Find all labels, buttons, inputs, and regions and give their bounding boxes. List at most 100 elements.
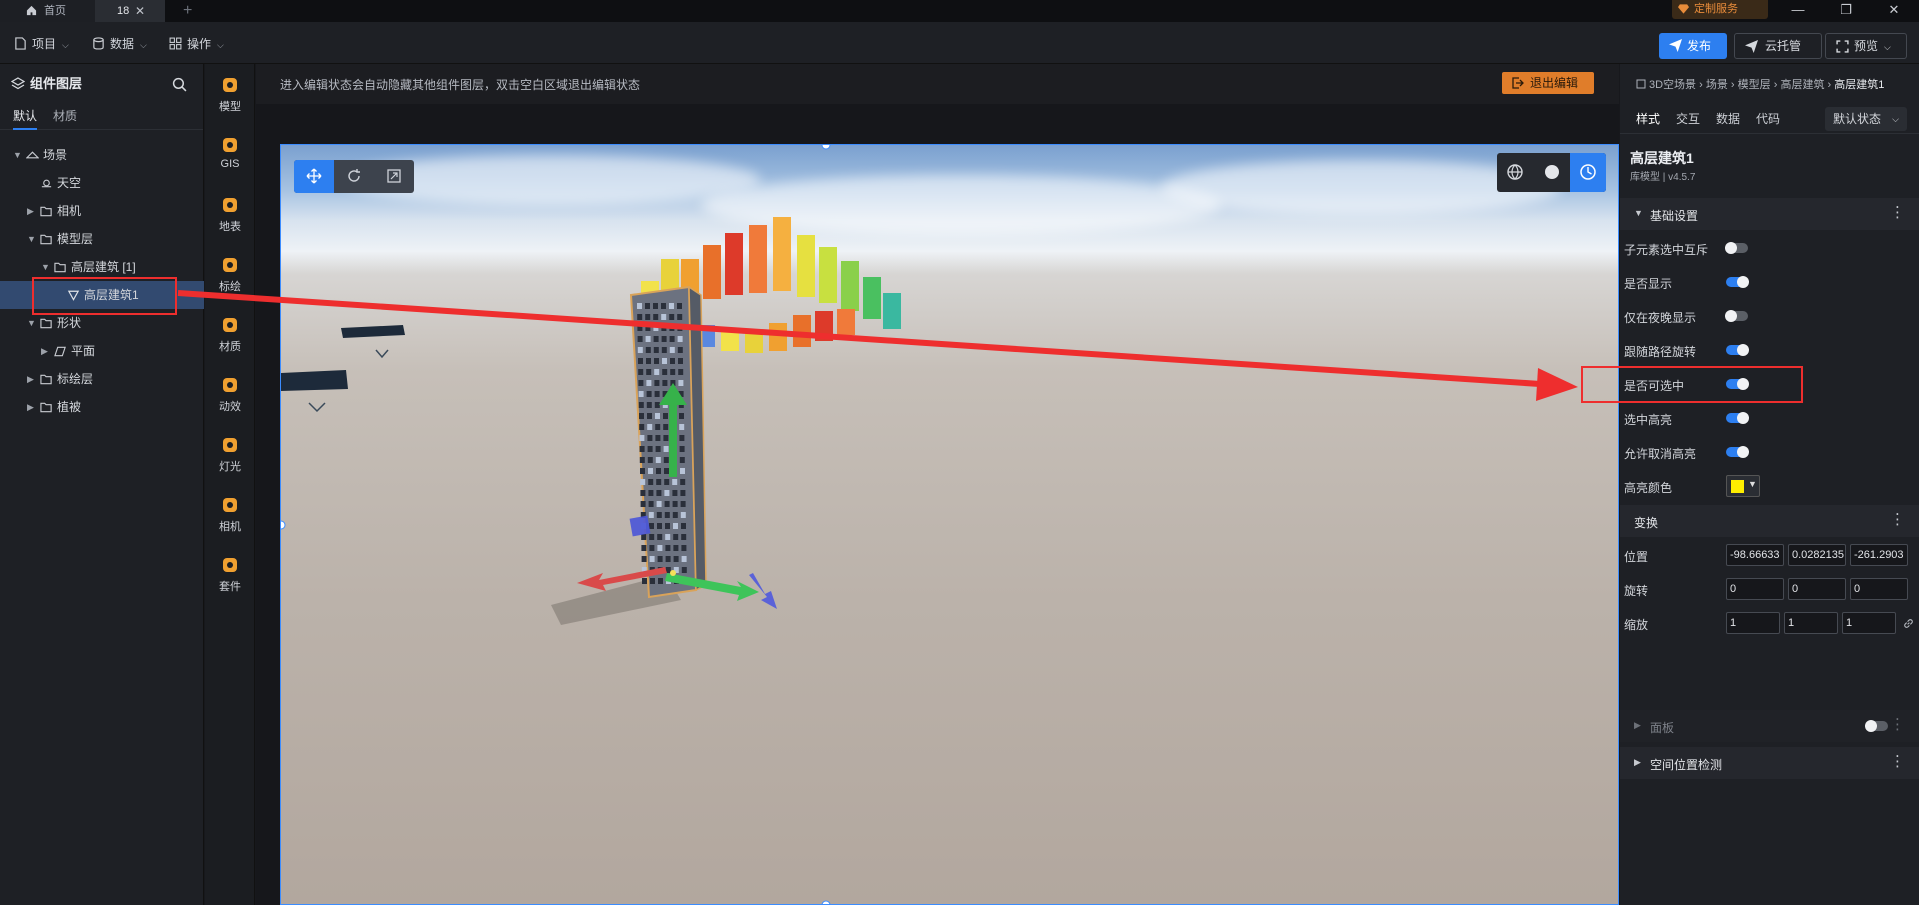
section-transform[interactable]: 变换 ⋮ — [1620, 505, 1919, 537]
search-icon[interactable] — [172, 77, 187, 92]
time-view-button[interactable] — [1570, 153, 1606, 192]
section-panel[interactable]: ▶ 面板 ⋮ — [1620, 710, 1919, 742]
breadcrumb-item[interactable]: 场景 — [1706, 79, 1728, 91]
property-panel: 3D空场景 › 场景 › 模型层 › 高层建筑 › 高层建筑1 样式 交互 数据… — [1620, 64, 1919, 905]
scale-x-input[interactable]: 1 — [1726, 612, 1780, 634]
move-tool-button[interactable] — [294, 160, 334, 193]
minimize-button[interactable]: — — [1778, 0, 1818, 22]
rail-item-camera[interactable]: 相机 — [205, 496, 255, 546]
custom-service-button[interactable]: 定制服务 — [1672, 0, 1768, 19]
toggle-switch[interactable] — [1725, 310, 1748, 322]
building-window — [681, 567, 687, 573]
section-basic[interactable]: ▼ 基础设置 ⋮ — [1620, 198, 1919, 230]
cloud-hosting-button[interactable]: 云托管 — [1734, 33, 1822, 59]
close-window-button[interactable]: ✕ — [1874, 0, 1914, 22]
3d-viewport[interactable] — [280, 144, 1619, 905]
more-icon[interactable]: ⋮ — [1890, 716, 1905, 734]
more-icon[interactable]: ⋮ — [1890, 511, 1905, 529]
restore-button[interactable]: ❐ — [1826, 0, 1866, 22]
building-window — [661, 303, 666, 309]
rail-item-pin[interactable]: 标绘 — [205, 256, 255, 306]
tab-data[interactable]: 数据 — [1716, 110, 1740, 127]
rail-item-terrain[interactable]: 地表 — [205, 196, 255, 246]
building-window — [645, 347, 651, 353]
tab-interact[interactable]: 交互 — [1676, 110, 1700, 127]
pin-icon — [223, 258, 237, 272]
rail-item-gis[interactable]: GIS — [205, 136, 255, 186]
expand-right-icon[interactable]: ▶ — [27, 365, 34, 393]
menu-project[interactable]: 项目 ⌵ — [14, 35, 69, 53]
expand-right-icon[interactable]: ▶ — [41, 337, 48, 365]
highlight-color-picker[interactable]: ▼ — [1726, 475, 1760, 497]
layer-tab-default[interactable]: 默认 — [13, 104, 38, 130]
rail-item-effect[interactable]: 动效 — [205, 376, 255, 426]
more-icon[interactable]: ⋮ — [1890, 753, 1905, 771]
toggle-switch[interactable] — [1726, 276, 1749, 288]
tab-style[interactable]: 样式 — [1636, 110, 1660, 127]
toggle-switch[interactable] — [1725, 242, 1748, 254]
breadcrumb-item[interactable]: 高层建筑 — [1780, 79, 1824, 91]
scene-bar — [749, 225, 767, 293]
rotate-tool-button[interactable] — [334, 160, 374, 193]
building-window — [664, 468, 669, 474]
rotation-x-input[interactable]: 0 — [1726, 578, 1784, 600]
expand-down-icon[interactable]: ▼ — [27, 225, 36, 253]
section-spatial[interactable]: ▶ 空间位置检测 ⋮ — [1620, 747, 1919, 779]
layer-tree-item[interactable]: ▶ 平面 — [0, 337, 204, 365]
toggle-switch[interactable] — [1726, 446, 1749, 458]
globe-view-button[interactable] — [1497, 153, 1533, 192]
tab-home[interactable]: 首页 — [0, 0, 95, 22]
link-icon[interactable] — [1903, 618, 1914, 629]
publish-button[interactable]: 发布 — [1659, 33, 1727, 59]
layer-tree-item[interactable]: ▼ 模型层 — [0, 225, 204, 253]
scale-label: 缩放 — [1624, 618, 1649, 632]
building-window — [663, 413, 668, 419]
expand-down-icon[interactable]: ▼ — [13, 141, 22, 169]
kit-icon — [223, 558, 237, 572]
material-icon — [223, 318, 237, 332]
layer-tree-item[interactable]: ▶ 植被 — [0, 393, 204, 421]
position-z-input[interactable]: -261.2903 — [1850, 544, 1908, 566]
scale-tool-button[interactable] — [374, 160, 414, 193]
scale-y-input[interactable]: 1 — [1784, 612, 1838, 634]
state-select[interactable]: 默认状态 ⌵ — [1825, 107, 1907, 131]
position-row: 位置 -98.66633 0.0282135 -261.2903 — [1620, 541, 1919, 569]
layer-tree-item[interactable]: ▶ 相机 — [0, 197, 204, 225]
expand-right-icon[interactable]: ▶ — [27, 197, 34, 225]
scale-z-input[interactable]: 1 — [1842, 612, 1896, 634]
layer-tree-item[interactable]: 天空 — [0, 169, 204, 197]
rail-item-kit[interactable]: 套件 — [205, 556, 255, 606]
position-y-input[interactable]: 0.0282135 — [1788, 544, 1846, 566]
toggle-switch[interactable] — [1726, 412, 1749, 424]
breadcrumb-item[interactable]: 3D空场景 — [1649, 79, 1696, 91]
model-icon — [223, 78, 237, 92]
layer-tab-material[interactable]: 材质 — [53, 104, 77, 130]
close-tab-icon[interactable]: ✕ — [135, 0, 145, 22]
preview-button[interactable]: 预览 ⌵ — [1825, 33, 1907, 59]
more-icon[interactable]: ⋮ — [1890, 204, 1905, 222]
layer-tree-label: 模型层 — [57, 232, 94, 246]
tab-code[interactable]: 代码 — [1756, 110, 1780, 127]
rail-item-light[interactable]: 灯光 — [205, 436, 255, 486]
rotation-y-input[interactable]: 0 — [1788, 578, 1846, 600]
toggle-switch[interactable] — [1726, 344, 1749, 356]
scene-bar — [819, 247, 837, 303]
solid-view-button[interactable] — [1534, 153, 1570, 192]
rotation-z-input[interactable]: 0 — [1850, 578, 1908, 600]
menu-operate[interactable]: 操作 ⌵ — [169, 35, 224, 53]
rail-item-model[interactable]: 模型 — [205, 76, 255, 126]
breadcrumb-item[interactable]: 模型层 — [1738, 79, 1771, 91]
panel-toggle[interactable] — [1865, 720, 1888, 732]
position-x-input[interactable]: -98.66633 — [1726, 544, 1784, 566]
building-window — [681, 534, 687, 540]
rotation-row: 旋转 0 0 0 — [1620, 575, 1919, 603]
folder-icon — [40, 402, 52, 413]
exit-edit-button[interactable]: 退出编辑 — [1502, 72, 1594, 94]
rail-item-material[interactable]: 材质 — [205, 316, 255, 366]
layer-tree-item[interactable]: ▶ 标绘层 — [0, 365, 204, 393]
expand-right-icon[interactable]: ▶ — [27, 393, 34, 421]
menu-data[interactable]: 数据 ⌵ — [92, 35, 147, 53]
layer-tree-item[interactable]: ▼ 场景 — [0, 141, 204, 169]
tab-current[interactable]: 18 ✕ — [95, 0, 165, 22]
add-tab-button[interactable]: + — [183, 0, 192, 22]
